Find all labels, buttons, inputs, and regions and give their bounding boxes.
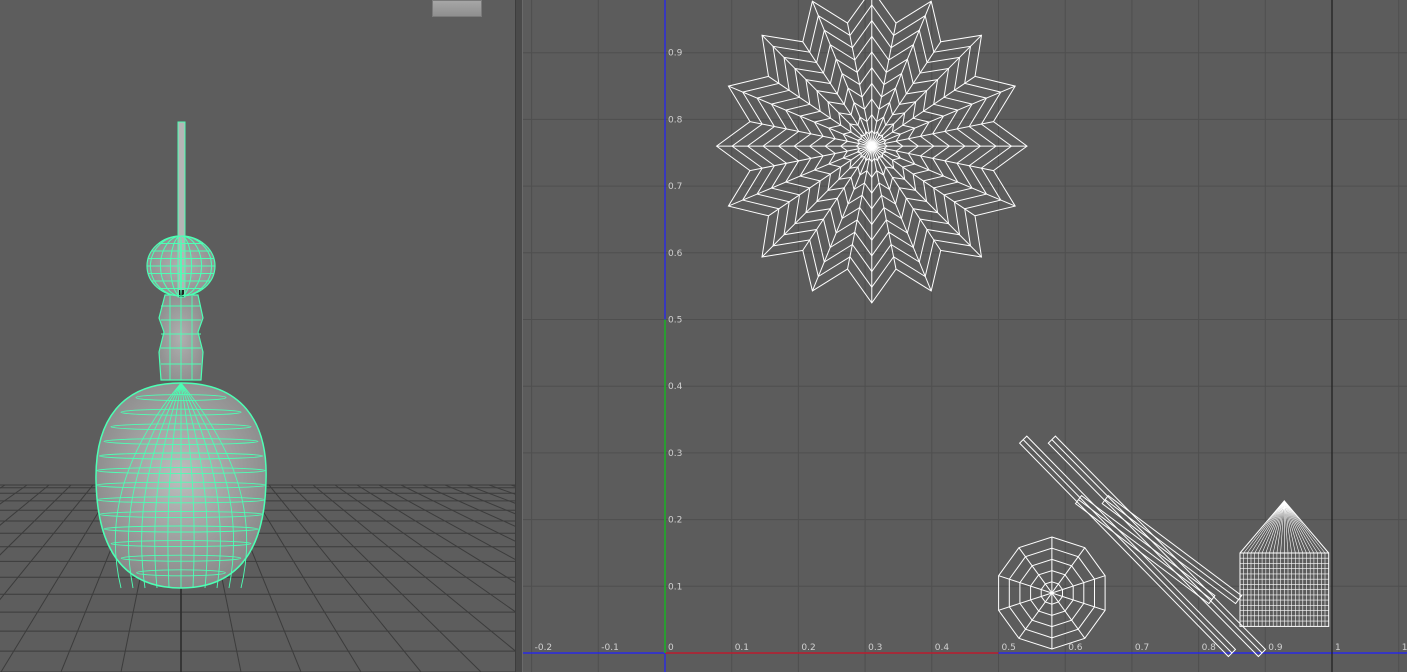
v-tick-label: 0.1	[668, 582, 682, 592]
uv-canvas[interactable]: -0.2 -0.1 0 0.1 0.2 0.3 0.4 0.5 0.6 0.7 0.8 0.9 1 1.1…	[523, 0, 1407, 672]
uv-edge	[871, 145, 1016, 207]
uv-shells[interactable]	[715, 0, 1330, 658]
uv-edge	[871, 85, 1016, 147]
uv-edge	[1022, 439, 1233, 654]
v-tick-label: 0.4	[668, 382, 683, 392]
v-tick-label: 0.5	[668, 316, 682, 326]
uv-edge	[1078, 499, 1213, 601]
uv-edge	[811, 145, 873, 292]
uv-edge	[1284, 500, 1315, 554]
v-tick-label: 0.9	[668, 49, 683, 59]
floor-grid-line	[488, 484, 515, 495]
uv-edge	[1051, 592, 1086, 639]
u-tick-label: -0.2	[535, 643, 553, 653]
u-tick-label: 0.8	[1202, 643, 1217, 653]
viewport-canvas[interactable]	[0, 0, 515, 672]
uv-edge	[998, 592, 1053, 611]
floor-grid-line	[0, 484, 116, 672]
u-tick-label: 0.2	[801, 643, 815, 653]
bottle-mesh[interactable]	[95, 121, 267, 589]
u-tick-label: 1.1	[1402, 643, 1407, 653]
v-tick-label: 0.2	[668, 516, 682, 526]
u-tick-label: 0.1	[735, 643, 749, 653]
uv-edge	[1254, 500, 1285, 554]
uv-editor-viewport[interactable]: -0.2 -0.1 0 0.1 0.2 0.3 0.4 0.5 0.6 0.7 0.8 0.9 1 1.1…	[523, 0, 1407, 672]
panel-splitter[interactable]	[515, 0, 523, 672]
u-tick-label: 0.4	[935, 643, 950, 653]
uv-edge	[761, 145, 873, 258]
uv-edge	[998, 575, 1053, 594]
uv-edge	[871, 145, 982, 258]
floor-grid-line	[444, 484, 515, 515]
floor-grid-line	[334, 484, 515, 613]
uv-edge	[1051, 439, 1263, 654]
uv-edge	[761, 34, 873, 147]
floor-grid-line	[0, 484, 72, 556]
uv-edge	[728, 85, 872, 147]
u-tick-label: 1	[1335, 643, 1341, 653]
floor-grid-line	[290, 484, 482, 672]
u-tick-label: 0	[668, 643, 674, 653]
floor-grid-line	[0, 484, 50, 526]
uv-edge	[1284, 500, 1318, 554]
uv-grid	[523, 0, 1407, 672]
floor-grid-line	[0, 484, 28, 505]
uv-edge	[1269, 500, 1285, 554]
u-tick-label: 0.5	[1002, 643, 1016, 653]
uv-edge	[1051, 592, 1106, 611]
u-tick-label: -0.1	[601, 643, 619, 653]
floor-grid-line	[0, 484, 6, 489]
u-tick-label: 0.6	[1068, 643, 1083, 653]
floor-grid-line	[356, 484, 515, 583]
uv-edge	[1250, 500, 1285, 554]
uv-edge	[1284, 500, 1300, 554]
v-tick-label: 0.3	[668, 449, 682, 459]
floor-grid-line	[422, 484, 515, 527]
uv-edge	[728, 145, 872, 207]
uv-edge	[1018, 592, 1053, 639]
v-tick-label: 0.6	[668, 249, 683, 259]
uv-edge	[871, 34, 982, 147]
v-tick-label: 0.7	[668, 182, 682, 192]
floor-grid-line	[466, 484, 515, 504]
uv-edge	[871, 145, 932, 292]
floor-grid-line	[246, 484, 362, 672]
uv-edge	[811, 1, 873, 147]
floor-grid-line	[400, 484, 515, 542]
uv-edge	[871, 1, 932, 147]
uv-axes	[523, 0, 1407, 672]
perspective-viewport[interactable]	[0, 0, 515, 672]
u-tick-label: 0.9	[1268, 643, 1283, 653]
floor-grid-line	[378, 484, 515, 560]
v-tick-label: 0.8	[668, 115, 683, 125]
u-tick-label: 0.3	[868, 643, 882, 653]
floor-grid-line	[0, 484, 94, 601]
uv-edge	[1051, 575, 1106, 594]
view-cube-button[interactable]	[432, 0, 482, 17]
u-tick-label: 0.7	[1135, 643, 1149, 653]
floor-grid-line	[268, 484, 422, 672]
